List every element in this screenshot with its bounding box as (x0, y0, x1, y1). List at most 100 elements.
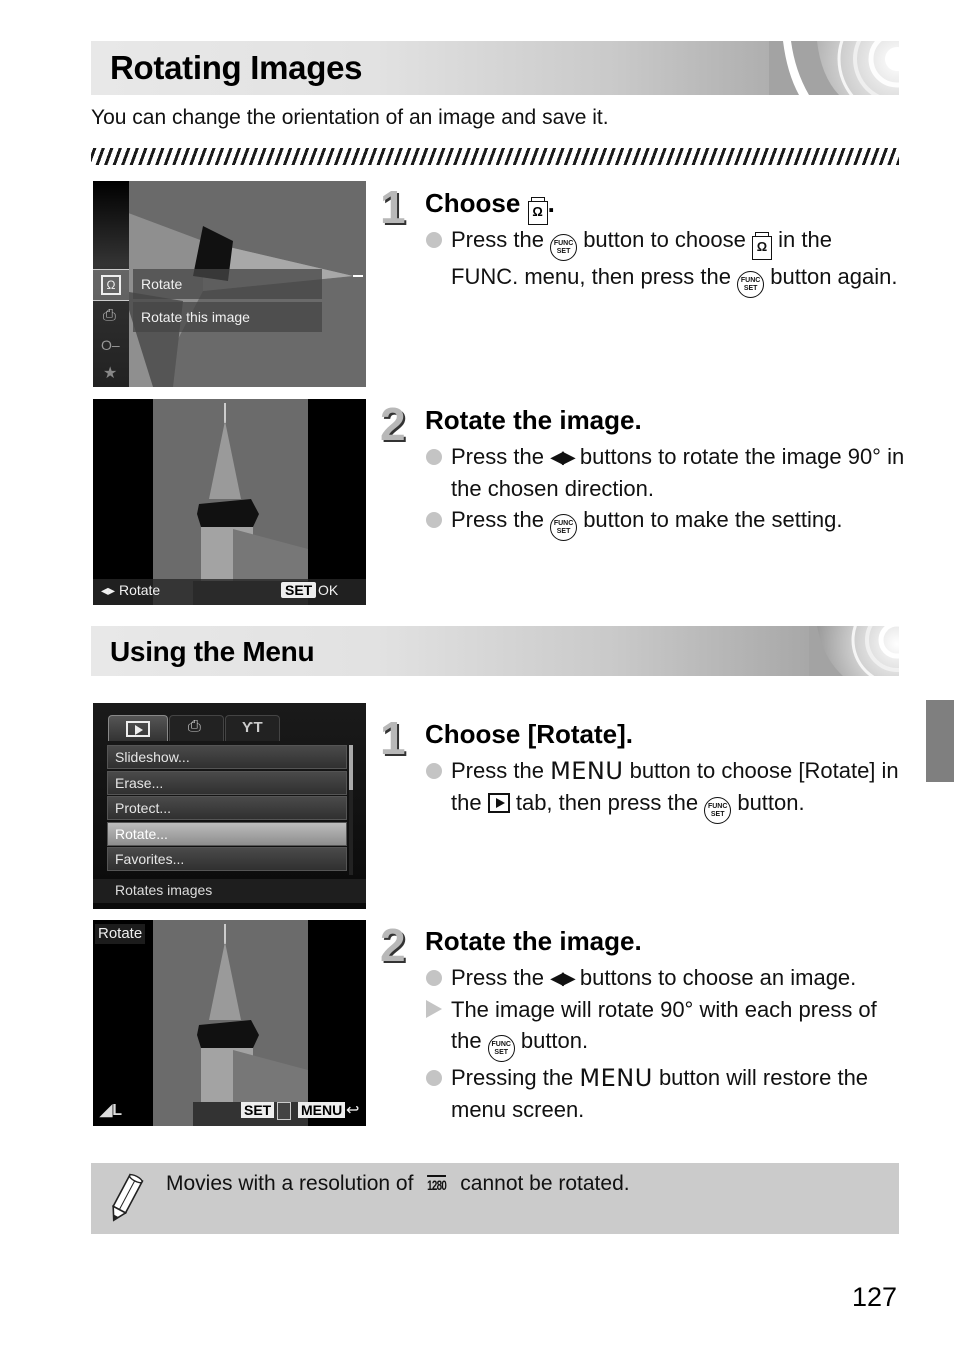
image-size-large-icon: ◢L (100, 1102, 123, 1119)
camera-menu-item[interactable]: Erase... (107, 770, 347, 795)
set-button-label: SET (241, 1102, 275, 1118)
help-text: Rotates images (115, 882, 213, 898)
step-bullets: Press the MENU button to choose [Rotate]… (425, 755, 905, 824)
page-number: 127 (852, 1282, 898, 1312)
help-bar: Rotates images (93, 879, 366, 903)
star-icon: ★ (103, 365, 118, 382)
camera-screen-rotate: ◂▸ Rotate SET OK (93, 399, 366, 605)
bullet-text: button. (520, 1028, 589, 1053)
tab-play[interactable] (108, 715, 168, 741)
func-set-button-icon: FUNC SET (550, 514, 578, 541)
camera-menu-item-label: Protect... (115, 800, 172, 816)
settings-wrench-icon: ƳT (242, 719, 263, 736)
func-set-button-icon: FUNC SET (550, 234, 578, 261)
section-header-using-the-menu: Using the Menu (91, 626, 899, 676)
pencil-note-icon (112, 1173, 144, 1222)
intro-text: You can change the orientation of an ima… (91, 106, 609, 129)
menu-description-label: Rotate this image (141, 309, 250, 325)
note-text-before: Movies with a resolution of (166, 1172, 414, 1195)
bullet-triangle-icon (426, 1000, 442, 1018)
camera-menu-item-label: Favorites... (115, 851, 185, 867)
step-number: 1 (380, 712, 406, 764)
camera-screen-menu: ⎙ ƳT Slideshow... Erase... Protect... Rotat… (93, 703, 366, 909)
bullet-item: The image will rotate 90° with each pres… (425, 994, 905, 1062)
hatch-divider (91, 148, 899, 165)
movie-resolution-1280-icon: 1280 (427, 1175, 447, 1193)
menu-button-icon: MENU (579, 1064, 653, 1092)
bullet-item: Press the MENU button to choose [Rotate]… (425, 755, 905, 824)
print-icon: ⎙ (103, 307, 116, 324)
step-bullets: Press the ◀▶ buttons to choose an image.… (425, 962, 905, 1125)
set-button-label: SET (281, 582, 317, 598)
bullet-text: Press the (451, 965, 544, 990)
bullet-circle-icon (426, 970, 442, 986)
camera-menu-item[interactable]: Rotate... (107, 821, 347, 846)
left-right-arrows-icon: ◀▶ (550, 447, 576, 467)
bullet-circle-icon (426, 1070, 442, 1086)
church-photo (193, 403, 308, 605)
camera-menu-item-label: Slideshow... (115, 749, 190, 765)
step-title: Choose [Rotate]. (425, 719, 633, 749)
left-right-rotate-hint: ◂▸ Rotate (101, 582, 160, 599)
decorative-circles-icon (769, 41, 899, 95)
step-number: 2 (380, 398, 406, 450)
left-right-arrows-icon: ◂▸ (101, 582, 116, 598)
camera-menu-item[interactable]: Protect... (107, 796, 347, 820)
step-number: 2 (380, 919, 406, 971)
step-choose-rotate-menu: 1 Choose [Rotate]. Press the MENU button… (380, 715, 900, 855)
func-set-button-icon: FUNC SET (704, 797, 732, 824)
menu-button-label: MENU (298, 1102, 346, 1118)
bullet-item: Press the ◀▶ buttons to rotate the image… (425, 441, 905, 504)
camera-menu-item[interactable]: Slideshow... (107, 745, 347, 769)
church-photo (193, 924, 308, 1126)
step-title-suffix: . (547, 188, 555, 218)
key-icon: O‒ (101, 337, 120, 353)
bullet-item: Pressing the MENU button will restore th… (425, 1062, 905, 1125)
note-text: Movies with a resolution of 1280 cannot … (166, 1172, 630, 1196)
step-title: Rotate the image. (425, 405, 642, 435)
camera-menu-item[interactable]: Favorites... (107, 847, 347, 871)
bullet-text: button to choose (583, 227, 746, 252)
play-tab-icon (487, 793, 510, 813)
step-number: 1 (380, 181, 406, 233)
screen-title: Rotate (98, 925, 143, 942)
section-header-rotating-images: Rotating Images (91, 41, 899, 95)
bullet-text: Press the (451, 758, 544, 783)
bullet-text: button. (737, 790, 805, 815)
func-set-button-icon: FUNC SET (737, 271, 765, 298)
step-title: Rotate the image. (425, 926, 642, 956)
hint-label: Rotate (118, 582, 161, 598)
tab-print[interactable]: ⎙ (169, 715, 224, 741)
bullet-item: Press the ◀▶ buttons to choose an image. (425, 962, 905, 994)
step-choose-rotate-icon: 1 Choose Ω. Press the FUNC SET button to … (380, 184, 900, 324)
bullet-circle-icon (426, 763, 442, 779)
step-bullets: Press the ◀▶ buttons to rotate the image… (425, 441, 905, 541)
step-title: Choose Ω. (425, 188, 555, 225)
decorative-circles-icon (809, 626, 899, 676)
section-title: Rotating Images (110, 49, 363, 86)
screen-title-box: Rotate (95, 924, 146, 944)
print-icon: ⎙ (188, 718, 201, 735)
bullet-circle-icon (426, 449, 442, 465)
left-right-arrows-icon: ◀▶ (550, 968, 576, 988)
return-arrow-icon: ↩ (346, 1102, 360, 1119)
bullet-text: button again. (770, 264, 898, 289)
camera-menu-item-label: Erase... (115, 774, 164, 791)
bullet-text: The image will rotate 90° with each pres… (451, 997, 877, 1053)
camera-screen-func-menu: Ω ⎙ O‒ ★ Rotate Rotate this image (93, 181, 366, 387)
scrollbar-thumb[interactable] (349, 745, 353, 790)
step-bullets: Press the FUNC SET button to choose Ω in … (425, 224, 905, 298)
camera-menu-item-label: Rotate... (115, 825, 168, 842)
note-text-after: cannot be rotated. (460, 1172, 630, 1195)
func-menu-item-rotate[interactable]: Rotate (133, 269, 322, 299)
note-box: Movies with a resolution of 1280 cannot … (91, 1163, 899, 1234)
func-menu-description: Rotate this image (133, 302, 322, 332)
bullet-text: tab, then press the (515, 790, 699, 815)
play-icon (126, 721, 150, 737)
bullet-text: Press the (451, 227, 544, 252)
menu-scrollbar[interactable] (349, 745, 353, 875)
func-set-button-icon: FUNC SET (487, 1035, 515, 1062)
tab-settings[interactable]: ƳT (225, 715, 280, 741)
step-title-text: Choose (425, 188, 521, 218)
step-rotate-image-menu: 2 Rotate the image. Press the ◀▶ buttons… (380, 922, 900, 1162)
